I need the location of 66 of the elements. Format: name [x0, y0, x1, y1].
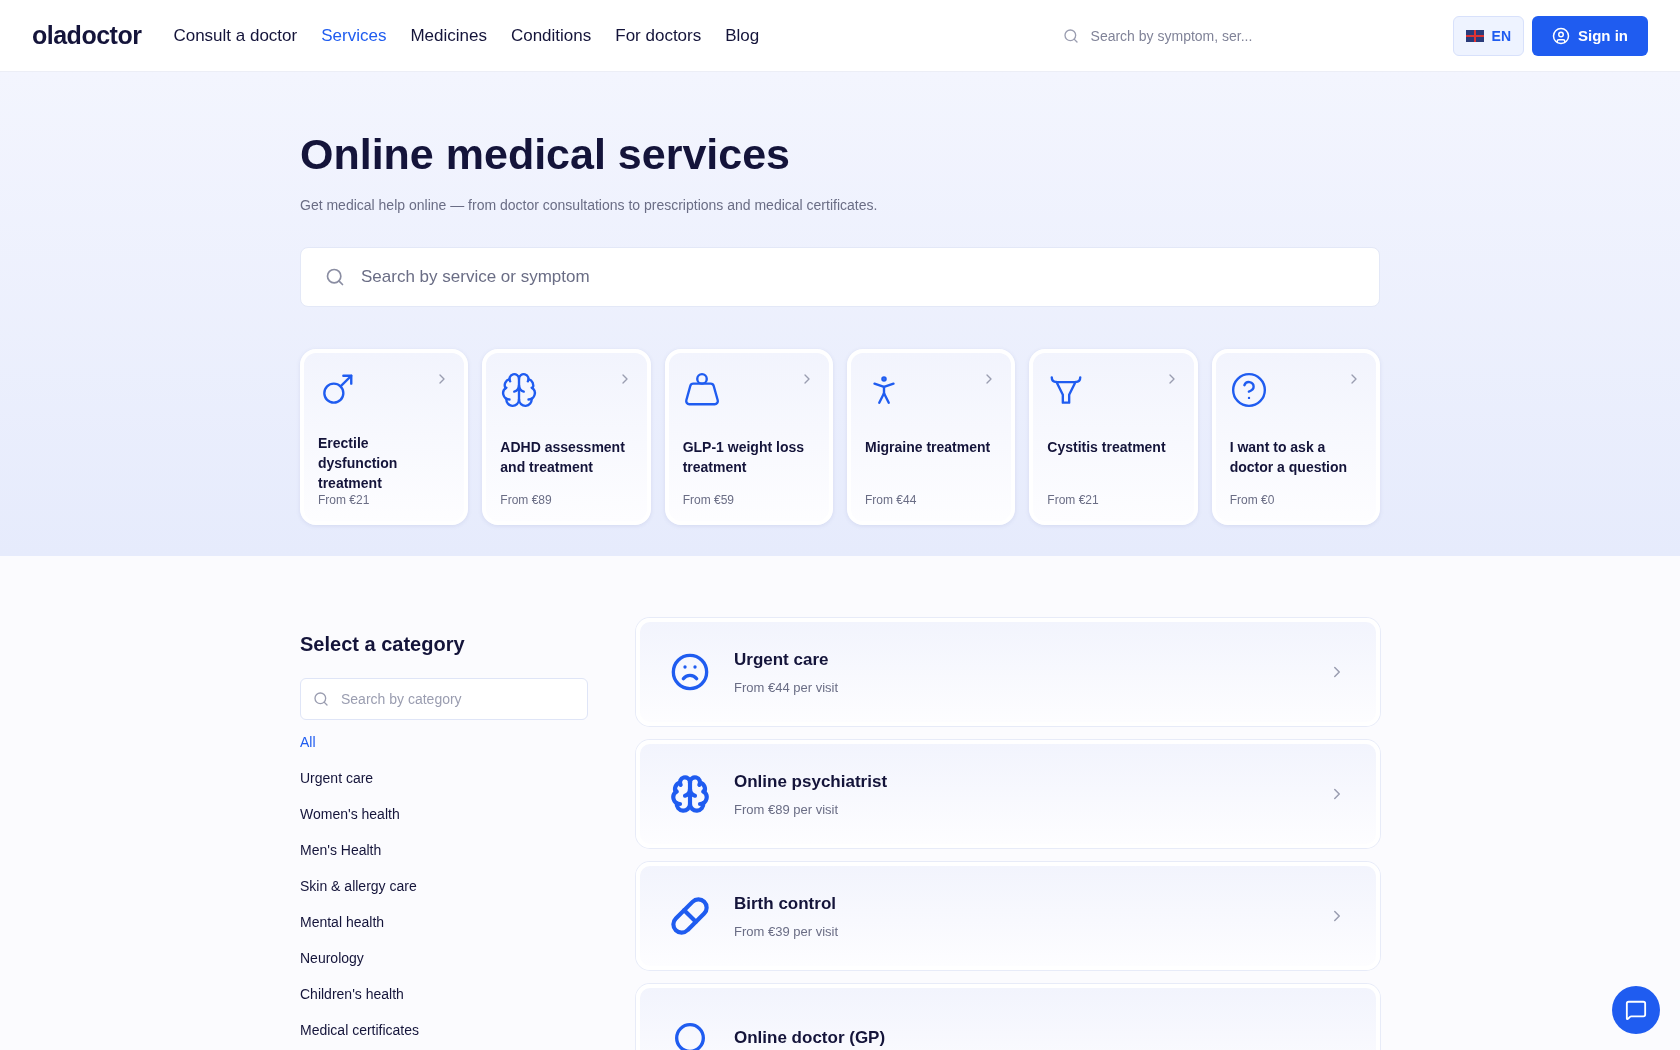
language-button[interactable]: EN [1452, 15, 1524, 56]
card-title: Cystitis treatment [1047, 438, 1167, 457]
nav-link[interactable]: Blog [725, 25, 760, 46]
card-price: From €0 [1229, 493, 1276, 507]
search-field[interactable]: Search by category [300, 678, 588, 720]
flag-icon [1465, 29, 1484, 42]
brain-icon [670, 774, 710, 814]
sign-in-button[interactable]: Sign in [1532, 15, 1648, 56]
service-row[interactable]: Urgent care From €44 per visit [636, 618, 1380, 726]
card-price: From €21 [318, 493, 371, 507]
service-title: Online psychiatrist [734, 771, 889, 792]
card-title: GLP-1 weight loss treatment [682, 438, 805, 477]
service-row[interactable]: Birth control From €39 per visit [636, 862, 1380, 970]
card-title: Migraine treatment [865, 438, 992, 457]
card-price: From €59 [682, 493, 735, 507]
category-link[interactable]: Men's Health [300, 842, 588, 859]
service-row[interactable]: Online doctor (GP) [636, 984, 1380, 1050]
category-link[interactable]: Children's health [300, 986, 588, 1003]
service-card[interactable]: GLP-1 weight loss treatment From €59 [664, 349, 833, 525]
nav-link[interactable]: Conditions [510, 25, 592, 46]
service-row[interactable]: Online psychiatrist From €89 per visit [636, 740, 1380, 848]
search-field[interactable]: Search by service or symptom [300, 247, 1380, 307]
category-link[interactable]: Neurology [300, 950, 588, 967]
nav-link[interactable]: Medicines [410, 25, 487, 46]
card-title: Erectile dysfunction treatment [318, 434, 399, 493]
nav-link[interactable]: For doctors [615, 25, 702, 46]
nav-link[interactable]: Consult a doctor [173, 25, 298, 46]
search-icon [1062, 27, 1079, 44]
card-price: From €44 [865, 493, 918, 507]
service-price: From €89 per visit [734, 801, 840, 817]
pill-icon [670, 896, 710, 936]
service-card[interactable]: ADHD assessment and treatment From €89 [482, 349, 651, 525]
card-title: I want to ask a doctor a question [1229, 438, 1349, 477]
search-icon [325, 267, 345, 287]
card-title: ADHD assessment and treatment [500, 438, 626, 477]
service-card[interactable]: Erectile dysfunction treatment From €21 [300, 349, 469, 525]
page-title: Online medical services [300, 130, 791, 179]
search-input[interactable]: Search by category [339, 690, 575, 708]
search-field[interactable]: Search by symptom, ser... [1088, 26, 1329, 45]
service-card[interactable]: Cystitis treatment From €21 [1029, 349, 1198, 525]
service-card[interactable]: Migraine treatment From €44 [847, 349, 1016, 525]
brain-icon [500, 371, 539, 409]
service-card[interactable]: I want to ask a doctor a question From €0 [1211, 349, 1380, 525]
category-link[interactable]: Urgent care [300, 770, 588, 787]
service-title: Online doctor (GP) [734, 1028, 887, 1048]
service-price: From €44 per visit [734, 679, 840, 695]
search-input[interactable]: Search by service or symptom [359, 266, 1355, 288]
card-price: From €89 [500, 493, 553, 507]
question-icon [1229, 371, 1268, 409]
service-title: Birth control [734, 893, 837, 914]
chat-icon [1625, 999, 1647, 1021]
service-title: Urgent care [734, 649, 830, 670]
card-price: From €21 [1047, 493, 1100, 507]
category-link[interactable]: Medical certificates [300, 1022, 588, 1039]
nav-link[interactable]: Services [321, 25, 387, 46]
category-link[interactable]: Women's health [300, 806, 588, 823]
search-icon [313, 691, 329, 707]
section-title: Select a category [300, 633, 466, 656]
service-price: From €39 per visit [734, 923, 840, 939]
category-link[interactable]: Skin & allergy care [300, 878, 588, 895]
category-link[interactable]: All [300, 734, 588, 751]
page-subtitle: Get medical help online — from doctor consultations to prescriptions and medical certificates. [300, 197, 879, 213]
user-icon [1552, 26, 1570, 45]
category-link[interactable]: Mental health [300, 914, 588, 931]
chat-button[interactable] [1612, 986, 1660, 1034]
logo[interactable]: oladoctor [32, 21, 142, 50]
